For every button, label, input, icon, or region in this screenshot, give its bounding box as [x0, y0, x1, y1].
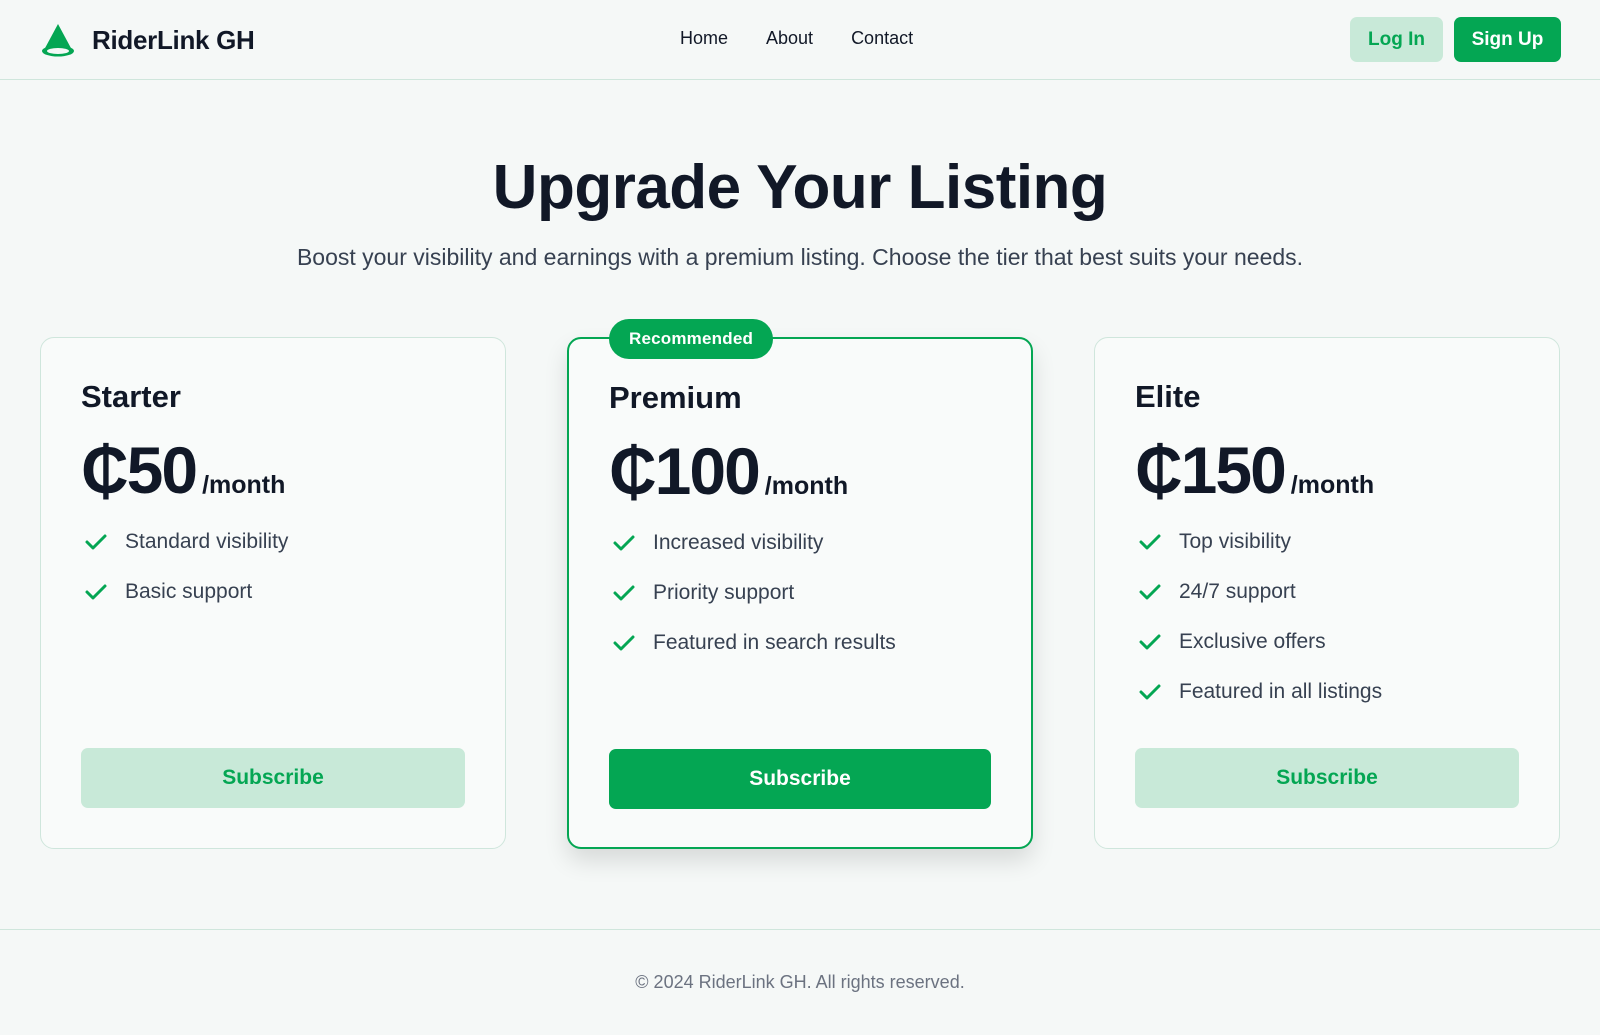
feature-text: Top visibility: [1179, 530, 1292, 553]
check-icon: [613, 535, 635, 551]
feature-item: Basic support: [81, 567, 288, 617]
plan-card-starter: Starter ₵50 /month Standard visibility B…: [40, 337, 506, 849]
feature-item: Top visibility: [1135, 517, 1382, 567]
footer-divider: [0, 929, 1600, 930]
feature-text: Increased visibility: [653, 531, 824, 554]
plan-name: Starter: [81, 379, 181, 414]
page-title: Upgrade Your Listing: [492, 153, 1108, 222]
feature-item: Increased visibility: [609, 518, 896, 568]
signup-button[interactable]: Sign Up: [1454, 17, 1561, 62]
feature-item: Priority support: [609, 568, 896, 618]
nav-home-link[interactable]: Home: [680, 28, 728, 49]
check-icon: [1139, 584, 1161, 600]
plan-name: Elite: [1135, 379, 1201, 414]
feature-item: 24/7 support: [1135, 567, 1382, 617]
feature-text: Basic support: [125, 580, 253, 603]
feature-text: Featured in search results: [653, 631, 896, 654]
subscribe-elite-button[interactable]: Subscribe: [1135, 748, 1519, 808]
plan-price-row: ₵100 /month: [609, 433, 848, 509]
main-nav: Home About Contact: [680, 28, 913, 49]
feature-list: Standard visibility Basic support: [81, 517, 288, 617]
feature-item: Standard visibility: [81, 517, 288, 567]
footer-copyright: © 2024 RiderLink GH. All rights reserved…: [635, 972, 965, 992]
check-icon: [613, 635, 635, 651]
plan-card-premium: Recommended Premium ₵100 /month Increase…: [567, 319, 1033, 849]
top-navbar: RiderLink GH Home About Contact Log In S…: [0, 0, 1600, 80]
feature-list: Top visibility 24/7 support Exclusive of…: [1135, 517, 1382, 717]
check-icon: [85, 534, 107, 550]
recommended-badge: Recommended: [609, 319, 774, 359]
feature-item: Featured in all listings: [1135, 667, 1382, 717]
check-icon: [613, 585, 635, 601]
brand[interactable]: RiderLink GH: [40, 22, 255, 58]
logo-icon: [42, 24, 74, 57]
check-icon: [1139, 634, 1161, 650]
feature-text: Standard visibility: [125, 530, 289, 553]
feature-text: Exclusive offers: [1179, 630, 1326, 653]
page-subtitle: Boost your visibility and earnings with …: [296, 244, 1304, 270]
brand-name: RiderLink GH: [92, 24, 255, 55]
feature-text: Featured in all listings: [1179, 680, 1383, 703]
feature-item: Featured in search results: [609, 618, 896, 668]
plan-price-row: ₵150 /month: [1135, 432, 1374, 508]
check-icon: [1139, 684, 1161, 700]
plan-period: /month: [1290, 471, 1375, 499]
nav-contact-link[interactable]: Contact: [851, 28, 913, 49]
subscribe-premium-button[interactable]: Subscribe: [609, 749, 991, 809]
plan-price: ₵50: [81, 433, 198, 507]
nav-about-link[interactable]: About: [766, 28, 813, 49]
feature-item: Exclusive offers: [1135, 617, 1382, 667]
feature-list: Increased visibility Priority support Fe…: [609, 518, 896, 668]
login-button[interactable]: Log In: [1350, 17, 1443, 62]
plan-card-elite: Elite ₵150 /month Top visibility 24/7 su…: [1094, 337, 1560, 849]
feature-text: 24/7 support: [1179, 580, 1296, 603]
plan-price-row: ₵50 /month: [81, 432, 285, 508]
feature-text: Priority support: [653, 581, 795, 604]
plan-period: /month: [202, 471, 286, 499]
plan-name: Premium: [609, 380, 742, 415]
subscribe-starter-button[interactable]: Subscribe: [81, 748, 465, 808]
check-icon: [1139, 534, 1161, 550]
plan-price: ₵100: [609, 434, 761, 508]
plan-price: ₵150: [1135, 433, 1287, 507]
check-icon: [85, 584, 107, 600]
plan-period: /month: [764, 472, 849, 500]
